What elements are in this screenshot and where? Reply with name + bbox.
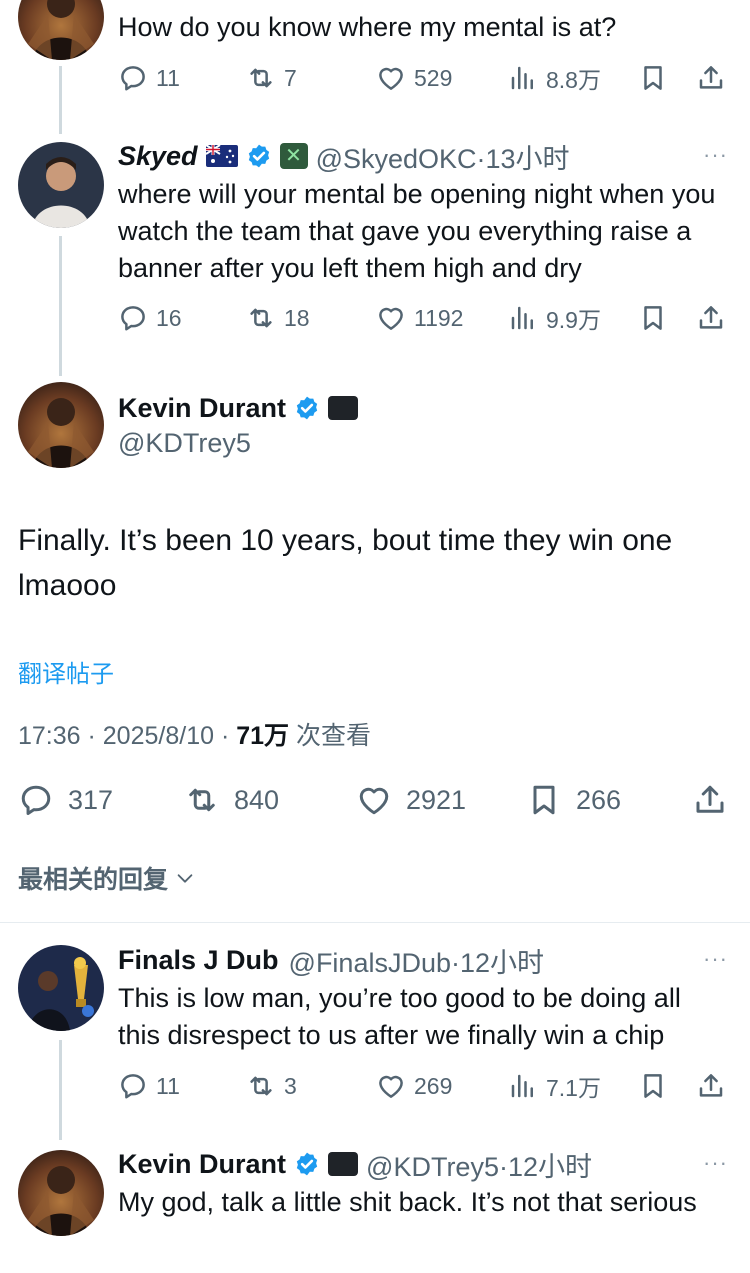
views-label: 次查看: [289, 722, 371, 750]
main-tweet-meta: 17:36 · 2025/8/10 · 71万 次查看: [18, 716, 371, 752]
replies-filter-label: 最相关的回复: [18, 866, 169, 894]
thread-line-1: [59, 66, 62, 134]
verified-icon: [294, 395, 320, 421]
chevron-down-icon: [177, 874, 193, 883]
verified-icon: [246, 143, 272, 169]
reply-icon: [118, 303, 148, 333]
more-icon[interactable]: ···: [703, 142, 728, 168]
like-icon: [356, 782, 392, 818]
retweet-button[interactable]: 3: [246, 1066, 297, 1106]
like-icon: [376, 1071, 406, 1101]
retweet-button[interactable]: 18: [246, 298, 310, 338]
reply1-actions: 11 3 269 7.1万: [118, 1066, 728, 1106]
main-author-handle[interactable]: @KDTrey5: [118, 428, 251, 459]
like-button[interactable]: 269: [376, 1066, 452, 1106]
tweet2-author-name[interactable]: Skyed: [118, 141, 198, 172]
replies-filter-dropdown[interactable]: 最相关的回复: [18, 860, 196, 896]
retweet-icon: [246, 1071, 276, 1101]
more-icon[interactable]: ···: [703, 1150, 728, 1176]
reply2-text: My god, talk a little shit back. It’s no…: [118, 1187, 697, 1217]
avatar-kd-main[interactable]: [18, 382, 104, 468]
views-icon: [508, 63, 538, 93]
reply1-text: This is low man, you’re too good to be d…: [118, 983, 681, 1050]
retweet-icon: [246, 303, 276, 333]
like-icon: [376, 303, 406, 333]
thread-line-3: [59, 1040, 62, 1140]
affiliate-badge-icon: [328, 1152, 359, 1176]
reply1-author-name[interactable]: Finals J Dub: [118, 945, 279, 976]
retweet-button[interactable]: 7: [246, 58, 297, 98]
more-icon[interactable]: ···: [703, 946, 728, 972]
avatar-kd-reply[interactable]: [18, 1150, 104, 1236]
reply-icon: [18, 782, 54, 818]
like-button[interactable]: 2921: [356, 778, 466, 822]
share-button[interactable]: [692, 778, 728, 822]
main-author-name[interactable]: Kevin Durant: [118, 393, 286, 424]
views-count: 71万: [236, 722, 290, 750]
retweet-button[interactable]: 840: [184, 778, 279, 822]
views-button[interactable]: 9.9万: [508, 298, 601, 338]
avatar-kd-top[interactable]: [18, 0, 104, 60]
retweet-icon: [246, 63, 276, 93]
bookmark-icon: [638, 63, 668, 93]
bookmark-button[interactable]: [638, 298, 668, 338]
affiliate-badge-icon: ✕: [279, 143, 308, 169]
tweet2-actions: 16 18 1192 9.9万: [118, 298, 728, 338]
avatar-finalsjdub[interactable]: [18, 945, 104, 1031]
reply-button[interactable]: 11: [118, 58, 180, 98]
reply2-author-name[interactable]: Kevin Durant: [118, 1149, 286, 1180]
views-button[interactable]: 7.1万: [508, 1066, 601, 1106]
share-button[interactable]: [696, 298, 726, 338]
like-button[interactable]: 1192: [376, 298, 463, 338]
tweet2-header: Skyed ✕ @SkyedOKC·13小时: [118, 138, 570, 174]
like-button[interactable]: 529: [376, 58, 452, 98]
bookmark-icon: [526, 782, 562, 818]
translate-link[interactable]: 翻译帖子: [18, 654, 114, 689]
share-button[interactable]: [696, 58, 726, 98]
tweet2-handle-time: @SkyedOKC·13小时: [315, 143, 570, 174]
reply1-handle-time: @FinalsJDub·12小时: [288, 947, 545, 978]
avatar-skyed[interactable]: [18, 142, 104, 228]
australia-flag-icon: [205, 145, 238, 167]
bookmark-button[interactable]: [638, 58, 668, 98]
like-icon: [376, 63, 406, 93]
divider: [0, 922, 750, 923]
reply1-header: Finals J Dub @FinalsJDub·12小时: [118, 942, 544, 978]
main-tweet-text: Finally. It’s been 10 years, bout time t…: [18, 524, 673, 602]
tweet1-text: How do you know where my mental is at?: [118, 12, 617, 42]
share-icon: [692, 782, 728, 818]
views-icon: [508, 303, 538, 333]
share-button[interactable]: [696, 1066, 726, 1106]
reply-button[interactable]: 16: [118, 298, 182, 338]
views-icon: [508, 1071, 538, 1101]
reply-button[interactable]: 11: [118, 1066, 180, 1106]
bookmark-icon: [638, 1071, 668, 1101]
share-icon: [696, 63, 726, 93]
tweet1-actions: 11 7 529 8.8万: [118, 58, 728, 98]
reply2-header: Kevin Durant @KDTrey5·12小时: [118, 1146, 592, 1182]
thread-line-2: [59, 236, 62, 376]
share-icon: [696, 303, 726, 333]
affiliate-badge-icon: [328, 396, 359, 420]
verified-icon: [294, 1151, 320, 1177]
bookmark-button[interactable]: [638, 1066, 668, 1106]
tweet2-text: where will your mental be opening night …: [118, 179, 716, 283]
views-button[interactable]: 8.8万: [508, 58, 601, 98]
bookmark-icon: [638, 303, 668, 333]
bookmark-button[interactable]: 266: [526, 778, 621, 822]
timestamp[interactable]: 17:36 · 2025/8/10 ·: [18, 722, 236, 750]
retweet-icon: [184, 782, 220, 818]
reply2-handle-time: @KDTrey5·12小时: [366, 1151, 592, 1182]
main-author-row: Kevin Durant: [118, 390, 359, 426]
reply-icon: [118, 1071, 148, 1101]
reply-button[interactable]: 317: [18, 778, 113, 822]
reply-icon: [118, 63, 148, 93]
main-tweet-actions: 317 840 2921 266: [18, 778, 732, 822]
share-icon: [696, 1071, 726, 1101]
